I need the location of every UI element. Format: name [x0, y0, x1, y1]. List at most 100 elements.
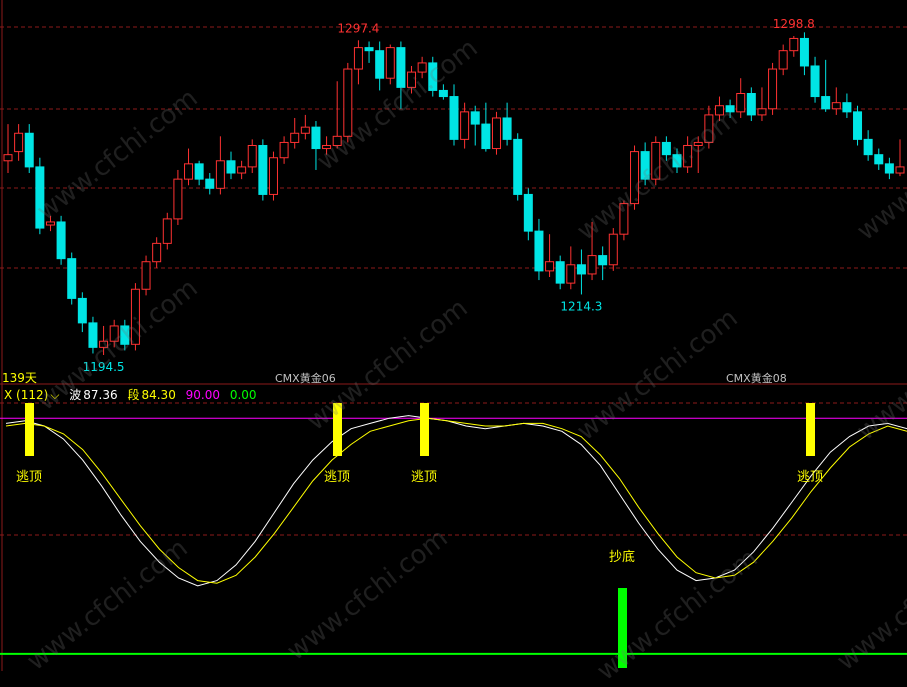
candle-body [3, 154, 13, 162]
candle-body [746, 92, 756, 116]
candle-body [598, 255, 608, 266]
candle-body [130, 288, 140, 345]
top-signal-label: 逃顶 [797, 470, 823, 485]
candle-body [566, 264, 576, 284]
top-signal-bar [25, 403, 34, 456]
candle-body [704, 114, 714, 143]
level-low-value: 0.00 [229, 388, 257, 402]
bottom-signal-label: 抄底 [609, 549, 635, 565]
level-high-value: 90.00 [185, 388, 221, 402]
candle-body [353, 47, 363, 70]
candle-body [630, 151, 640, 205]
candle-body [194, 163, 204, 180]
indicator-name[interactable]: X (112) [4, 388, 48, 402]
candle-body [470, 111, 480, 125]
candle-body [714, 105, 724, 116]
contract-label-1: CMX黄金06 [275, 372, 336, 385]
candle-body [77, 297, 87, 324]
candle-body [407, 71, 417, 88]
candle-body [661, 141, 671, 156]
candle-body [184, 163, 194, 180]
chevron-down-icon[interactable]: ⌵ [50, 388, 59, 402]
seg-value: 84.30 [141, 388, 176, 402]
candle-body [45, 221, 55, 226]
candle-body [460, 111, 470, 140]
candle-body [619, 203, 629, 235]
chart-canvas: 1297.4 1194.5 1214.3 1298.8 逃顶 逃顶 逃顶抄底 逃顶 [0, 0, 907, 671]
price-label: 1298.8 [773, 17, 815, 31]
candle-body [842, 102, 852, 113]
candle-body [120, 325, 130, 345]
top-signal-label: 逃顶 [16, 470, 42, 485]
candle-body [810, 65, 820, 98]
candle-body [608, 233, 618, 266]
candle-body [693, 141, 703, 146]
candle-body [290, 132, 300, 143]
top-signal-bar [333, 403, 342, 456]
candle-body [173, 178, 183, 220]
candle-body [523, 193, 533, 232]
candle-body [428, 62, 438, 91]
candle-body [56, 221, 66, 260]
candle-body [279, 141, 289, 159]
candle-body [67, 258, 77, 299]
indicator-header: X (112) ⌵ 波 87.36 段 84.30 90.00 0.00 [4, 386, 263, 403]
bottom-signal-bar [618, 588, 627, 668]
top-signal-bar [806, 403, 815, 456]
candle-body [24, 132, 34, 168]
candle-body [14, 132, 24, 153]
candle-body [247, 144, 257, 168]
price-label: 1297.4 [337, 21, 379, 35]
candle-body [736, 92, 746, 113]
candle-body [513, 138, 523, 195]
candle-body [757, 108, 767, 116]
candle-body [821, 96, 831, 110]
candle-body [237, 166, 247, 174]
candle-body [364, 47, 374, 52]
candle-body [853, 111, 863, 140]
candle-body [576, 264, 586, 275]
candle-body [35, 166, 45, 229]
candle-body [545, 261, 555, 272]
candle-body [725, 105, 735, 113]
price-label: 1214.3 [560, 299, 602, 313]
seg-label: 段 [127, 388, 140, 402]
candle-body [109, 325, 119, 342]
candle-body [396, 47, 406, 88]
candle-body [322, 144, 332, 150]
contract-label-2: CMX黄金08 [726, 372, 787, 385]
candle-body [481, 123, 491, 150]
candle-body [332, 135, 342, 146]
candle-body [215, 160, 225, 189]
top-signal-label: 逃顶 [411, 470, 437, 485]
candle-body [268, 157, 278, 195]
candle-body [141, 261, 151, 290]
candle-body [385, 47, 395, 79]
candle-body [587, 255, 597, 275]
candle-body [226, 160, 236, 174]
candle-body [555, 261, 565, 284]
candle-body [162, 218, 172, 244]
candle-body [884, 163, 894, 174]
candle-body [640, 151, 650, 180]
candle-body [375, 50, 385, 79]
price-label: 1194.5 [83, 360, 125, 374]
candle-body [343, 68, 353, 137]
candle-body [99, 340, 109, 348]
candle-body [300, 126, 310, 134]
day-count-label: 139天 [2, 371, 37, 385]
candle-body [874, 154, 884, 165]
candle-body [449, 96, 459, 140]
candle-body [831, 102, 841, 110]
candle-body [502, 117, 512, 140]
candle-body [417, 62, 427, 73]
candle-body [895, 166, 905, 174]
candle-body [438, 89, 448, 98]
candle-body [205, 178, 215, 189]
candle-body [683, 144, 693, 168]
candle-body [789, 37, 799, 52]
candle-body [778, 50, 788, 70]
candle-body [768, 68, 778, 110]
candle-body [799, 37, 809, 67]
candle-body [863, 138, 873, 156]
